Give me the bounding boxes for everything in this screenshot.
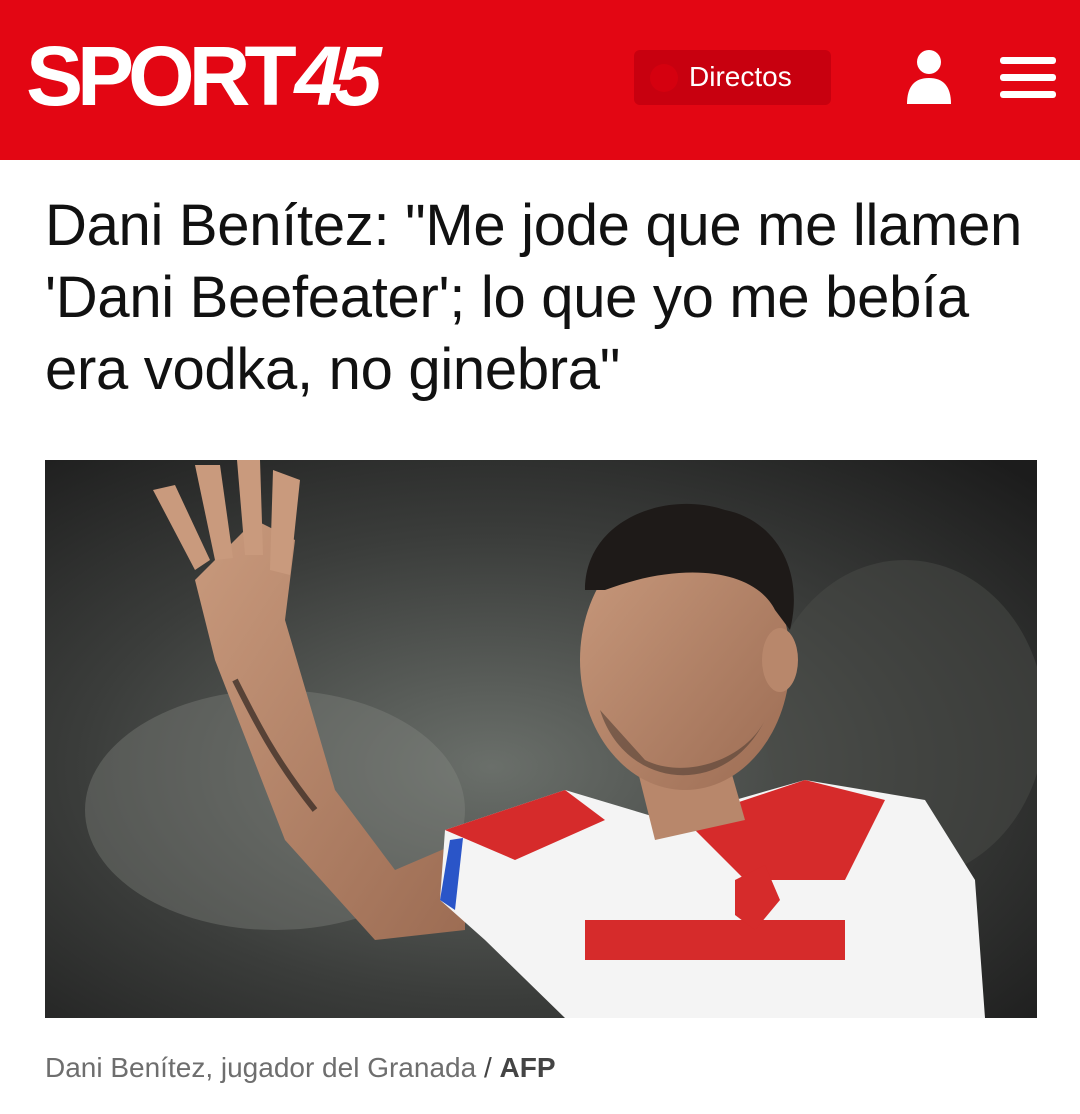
live-button[interactable]: Directos bbox=[634, 50, 831, 105]
user-icon bbox=[907, 50, 951, 104]
user-account-button[interactable] bbox=[905, 48, 953, 106]
photo-credit: AFP bbox=[499, 1052, 556, 1083]
article-photo bbox=[45, 460, 1037, 1018]
site-header: SPORT 45 Directos bbox=[0, 0, 1080, 160]
site-logo[interactable]: SPORT 45 bbox=[26, 29, 382, 123]
hamburger-menu-icon bbox=[1000, 57, 1056, 98]
player-photo-illustration bbox=[45, 460, 1037, 1018]
caption-separator: / bbox=[483, 1052, 492, 1083]
live-dot-icon bbox=[650, 64, 678, 92]
caption-text: Dani Benítez, jugador del Granada bbox=[45, 1052, 477, 1083]
logo-text: SPORT bbox=[26, 29, 297, 123]
logo-number: 45 bbox=[294, 29, 382, 123]
live-button-label: Directos bbox=[689, 61, 792, 92]
article-title: Dani Benítez: "Me jode que me llamen 'Da… bbox=[45, 193, 1022, 402]
photo-caption: Dani Benítez, jugador del Granada / AFP bbox=[45, 1048, 1045, 1088]
menu-button[interactable] bbox=[1000, 55, 1058, 101]
